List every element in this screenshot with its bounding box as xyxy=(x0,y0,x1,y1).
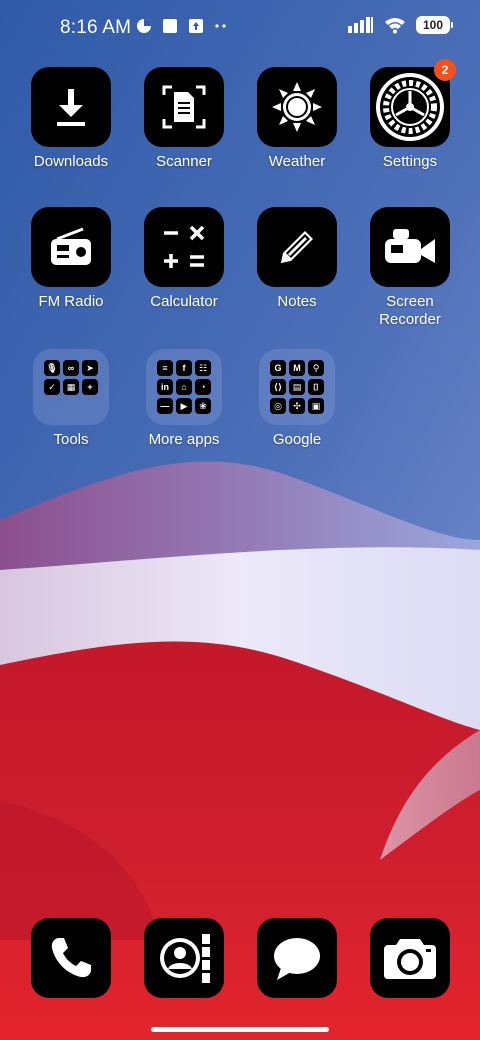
contacts-icon xyxy=(160,934,210,983)
wallet-mini-icon: ▣ xyxy=(308,398,324,414)
dash-mini-icon: — xyxy=(157,398,173,414)
list-mini-icon: ≡ xyxy=(157,360,173,376)
status-time: 8:16 AM xyxy=(60,17,132,38)
notification-badge: 2 xyxy=(434,59,456,81)
dock-phone[interactable] xyxy=(31,918,111,998)
files-mini-icon: ⌷ xyxy=(308,379,324,395)
sheets-mini-icon: ▤ xyxy=(289,379,305,395)
pencil-icon xyxy=(281,231,313,263)
notes-tile[interactable] xyxy=(257,207,337,287)
plus-mini-icon: + xyxy=(82,379,98,395)
document-scan-icon xyxy=(162,85,206,129)
dock-messages[interactable] xyxy=(257,918,337,998)
video-camera-icon xyxy=(385,229,435,263)
app-label: Downloads xyxy=(33,153,109,170)
dock-contacts[interactable] xyxy=(144,918,224,998)
camera-icon xyxy=(384,939,436,979)
home-indicator[interactable] xyxy=(151,1027,329,1032)
folder-tools[interactable]: 🎙 ∞ ➤ ✓ ▦ + Tools xyxy=(16,349,126,449)
app-label: FM Radio xyxy=(38,293,104,310)
folder-google[interactable]: G M ⚲ ⟨⟩ ▤ ⌷ ◎ ✣ ▣ Google xyxy=(242,349,352,449)
battery-level: 100 xyxy=(422,18,444,32)
upload-notification-icon xyxy=(189,19,203,33)
calendar-mini-icon: ☷ xyxy=(195,360,211,376)
app-label: Notes xyxy=(277,293,317,310)
weather-tile[interactable] xyxy=(257,67,337,147)
fm-radio-tile[interactable] xyxy=(31,207,111,287)
wifi-icon xyxy=(385,18,405,34)
screen-recorder-tile[interactable] xyxy=(370,207,450,287)
folder-more-apps[interactable]: ≡ f ☷ in ⌂ ◔ — ▶ ❀ More apps xyxy=(129,349,239,449)
tools-folder-tile[interactable]: 🎙 ∞ ➤ ✓ ▦ + xyxy=(33,349,109,425)
notification-icons xyxy=(136,18,228,34)
gmail-mini-icon: M xyxy=(289,360,305,376)
system-icons: 100 xyxy=(348,16,453,34)
folder-label: More apps xyxy=(148,431,220,448)
app-screen-recorder[interactable]: Screen Recorder xyxy=(355,207,465,329)
mic-mini-icon: 🎙 xyxy=(44,360,60,376)
app-scanner[interactable]: Scanner xyxy=(129,67,239,171)
battery-icon: 100 xyxy=(416,16,453,34)
dock-camera[interactable] xyxy=(370,918,450,998)
check-mini-icon: ✓ xyxy=(44,379,60,395)
radio-icon xyxy=(51,227,91,265)
gear-icon xyxy=(376,73,444,141)
app-calculator[interactable]: Calculator xyxy=(129,207,239,311)
calculator-tile[interactable] xyxy=(144,207,224,287)
message-bubble-icon xyxy=(274,938,320,980)
status-bar: 8:16 AM 100 xyxy=(0,0,480,56)
scanner-tile[interactable] xyxy=(144,67,224,147)
app-label: Calculator xyxy=(150,293,218,310)
app-settings[interactable]: 2 Settings xyxy=(355,59,465,171)
phone-icon xyxy=(51,938,91,978)
app-notes[interactable]: Notes xyxy=(242,207,352,311)
grid-mini-icon: ▦ xyxy=(63,379,79,395)
infinity-mini-icon: ∞ xyxy=(63,360,79,376)
photos-mini-icon: ✣ xyxy=(289,398,305,414)
more-dots-icon xyxy=(215,24,226,28)
settings-tile[interactable]: 2 xyxy=(370,59,456,147)
app-fm-radio[interactable]: FM Radio xyxy=(16,207,126,311)
app-label: Scanner xyxy=(156,153,212,170)
navigation-mini-icon: ➤ xyxy=(82,360,98,376)
clock-mini-icon: ◔ xyxy=(195,379,211,395)
data-saver-icon xyxy=(137,19,151,33)
signal-icon xyxy=(348,17,373,33)
google-folder-tile[interactable]: G M ⚲ ⟨⟩ ▤ ⌷ ◎ ✣ ▣ xyxy=(259,349,335,425)
chrome-mini-icon: ◎ xyxy=(270,398,286,414)
downloads-tile[interactable] xyxy=(31,67,111,147)
sun-icon xyxy=(272,82,322,132)
app-downloads[interactable]: Downloads xyxy=(16,67,126,171)
app-label: Weather xyxy=(268,153,326,170)
flower-mini-icon: ❀ xyxy=(195,398,211,414)
app-label: Settings xyxy=(382,153,438,170)
square-notification-icon xyxy=(163,19,177,33)
app-weather[interactable]: Weather xyxy=(242,67,352,171)
app-label: Screen Recorder xyxy=(379,293,441,328)
maps-mini-icon: ⚲ xyxy=(308,360,324,376)
folder-label: Tools xyxy=(53,431,89,448)
linkedin-mini-icon: in xyxy=(157,379,173,395)
calculator-icon xyxy=(164,225,205,268)
facebook-mini-icon: f xyxy=(176,360,192,376)
more-apps-folder-tile[interactable]: ≡ f ☷ in ⌂ ◔ — ▶ ❀ xyxy=(146,349,222,425)
google-mini-icon: G xyxy=(270,360,286,376)
code-mini-icon: ⟨⟩ xyxy=(270,379,286,395)
play-store-mini-icon: ▶ xyxy=(176,398,192,414)
home-mini-icon: ⌂ xyxy=(176,379,192,395)
download-icon xyxy=(57,89,85,126)
folder-label: Google xyxy=(272,431,322,448)
